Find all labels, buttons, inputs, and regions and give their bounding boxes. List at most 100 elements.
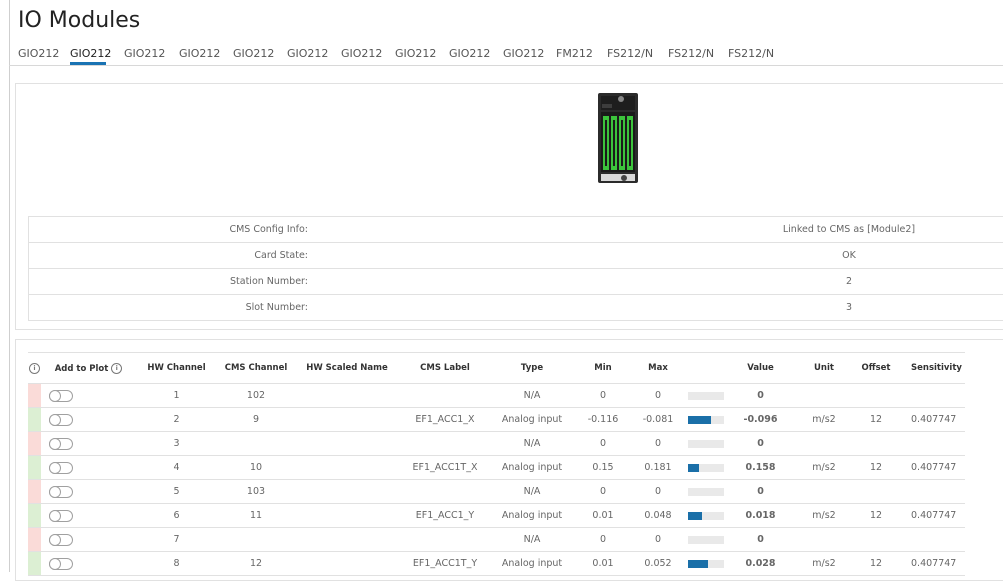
value-bar bbox=[687, 559, 724, 568]
info-icon: i bbox=[29, 362, 40, 374]
tab-gio212-9[interactable]: GIO212 bbox=[449, 47, 490, 60]
value-bar bbox=[687, 463, 724, 472]
offset-cell: 12 bbox=[855, 503, 897, 528]
module-tabs: GIO212 GIO212 GIO212 GIO212 GIO212 GIO212 GIO2… bbox=[9, 43, 1003, 66]
value-bar-cell bbox=[683, 431, 728, 456]
min-header: Min bbox=[573, 352, 633, 384]
type-cell: Analog input bbox=[491, 455, 573, 480]
hw-channel-cell: 2 bbox=[136, 407, 217, 432]
value-cell: 0 bbox=[728, 431, 793, 456]
channels-table: i Add to Plot i HW Channel CMS Channel H… bbox=[28, 352, 965, 576]
offset-cell: 12 bbox=[855, 455, 897, 480]
min-cell: 0 bbox=[573, 383, 633, 408]
info-value: 3 bbox=[845, 302, 853, 313]
add-to-plot-toggle[interactable] bbox=[49, 557, 73, 570]
value-cell: 0 bbox=[728, 479, 793, 504]
table-row: 7 N/A 0 0 0 bbox=[28, 527, 965, 552]
tab-fs212-n-13[interactable]: FS212/N bbox=[668, 47, 714, 60]
add-to-plot-toggle[interactable] bbox=[49, 485, 73, 498]
cms-channel-cell: 11 bbox=[217, 503, 295, 528]
add-to-plot-cell bbox=[41, 407, 136, 432]
max-cell: 0 bbox=[633, 479, 683, 504]
info-label: Slot Number: bbox=[245, 302, 308, 313]
sensitivity-cell bbox=[897, 383, 965, 408]
tab-gio212-10[interactable]: GIO212 bbox=[503, 47, 544, 60]
table-row: 4 10 EF1_ACC1T_X Analog input 0.15 0.181 0.158… bbox=[28, 455, 965, 480]
add-to-plot-toggle[interactable] bbox=[49, 533, 73, 546]
min-cell: 0 bbox=[573, 479, 633, 504]
offset-cell bbox=[855, 479, 897, 504]
value-cell: -0.096 bbox=[728, 407, 793, 432]
hw-channel-cell: 7 bbox=[136, 527, 217, 552]
info-label: Card State: bbox=[254, 250, 308, 261]
info-value: Linked to CMS as [Module2] bbox=[782, 224, 916, 235]
value-bar-cell bbox=[683, 503, 728, 528]
tab-gio212-4[interactable]: GIO212 bbox=[179, 47, 220, 60]
tab-gio212-6[interactable]: GIO212 bbox=[287, 47, 328, 60]
cms-label-cell bbox=[399, 527, 491, 552]
cms-label-header: CMS Label bbox=[399, 352, 491, 384]
max-cell: 0.048 bbox=[633, 503, 683, 528]
bar-header bbox=[683, 352, 728, 384]
info-value: OK bbox=[842, 250, 856, 261]
value-bar-cell bbox=[683, 527, 728, 552]
value-bar bbox=[687, 439, 724, 448]
tab-fm212-11[interactable]: FM212 bbox=[556, 47, 593, 60]
max-cell: 0 bbox=[633, 527, 683, 552]
value-bar-fill bbox=[687, 415, 711, 424]
unit-header: Unit bbox=[793, 352, 855, 384]
max-cell: -0.081 bbox=[633, 407, 683, 432]
cms-label-cell bbox=[399, 431, 491, 456]
table-row: 3 N/A 0 0 0 bbox=[28, 431, 965, 456]
sensitivity-cell: 0.407747 bbox=[897, 455, 965, 480]
tab-gio212-7[interactable]: GIO212 bbox=[341, 47, 382, 60]
tab-gio212-2[interactable]: GIO212 bbox=[70, 47, 111, 60]
value-bar-fill bbox=[687, 511, 702, 520]
sensitivity-cell: 0.407747 bbox=[897, 503, 965, 528]
add-to-plot-toggle[interactable] bbox=[49, 389, 73, 402]
max-cell: 0 bbox=[633, 431, 683, 456]
cms-channel-cell: 103 bbox=[217, 479, 295, 504]
hw-scaled-name-cell bbox=[295, 503, 399, 528]
unit-cell bbox=[793, 479, 855, 504]
offset-cell: 12 bbox=[855, 407, 897, 432]
type-cell: N/A bbox=[491, 479, 573, 504]
add-to-plot-cell bbox=[41, 383, 136, 408]
hw-channel-cell: 6 bbox=[136, 503, 217, 528]
tab-fs212-n-14[interactable]: FS212/N bbox=[728, 47, 774, 60]
hw-scaled-name-header: HW Scaled Name bbox=[295, 352, 399, 384]
tab-fs212-n-12[interactable]: FS212/N bbox=[607, 47, 653, 60]
min-cell: 0.15 bbox=[573, 455, 633, 480]
info-row: Station Number: 2 bbox=[28, 269, 1003, 295]
cms-label-cell bbox=[399, 479, 491, 504]
min-cell: 0 bbox=[573, 431, 633, 456]
info-label: CMS Config Info: bbox=[229, 224, 308, 235]
offset-cell bbox=[855, 431, 897, 456]
info-icon[interactable]: i bbox=[111, 362, 123, 374]
sensitivity-cell bbox=[897, 431, 965, 456]
tab-gio212-8[interactable]: GIO212 bbox=[395, 47, 436, 60]
type-cell: N/A bbox=[491, 431, 573, 456]
status-indicator bbox=[28, 431, 41, 456]
value-cell: 0 bbox=[728, 383, 793, 408]
add-to-plot-toggle[interactable] bbox=[49, 413, 73, 426]
tab-gio212-1[interactable]: GIO212 bbox=[18, 47, 59, 60]
add-to-plot-toggle[interactable] bbox=[49, 509, 73, 522]
add-to-plot-toggle[interactable] bbox=[49, 461, 73, 474]
value-header: Value bbox=[728, 352, 793, 384]
value-bar-cell bbox=[683, 383, 728, 408]
max-header: Max bbox=[633, 352, 683, 384]
status-indicator bbox=[28, 479, 41, 504]
sensitivity-cell bbox=[897, 527, 965, 552]
hw-scaled-name-cell bbox=[295, 455, 399, 480]
hw-channel-cell: 3 bbox=[136, 431, 217, 456]
tab-gio212-3[interactable]: GIO212 bbox=[124, 47, 165, 60]
tab-gio212-5[interactable]: GIO212 bbox=[233, 47, 274, 60]
cms-channel-cell: 102 bbox=[217, 383, 295, 408]
value-bar-cell bbox=[683, 407, 728, 432]
value-bar bbox=[687, 391, 724, 400]
add-to-plot-toggle[interactable] bbox=[49, 437, 73, 450]
offset-header: Offset bbox=[855, 352, 897, 384]
table-row: 5 103 N/A 0 0 0 bbox=[28, 479, 965, 504]
page-title: IO Modules bbox=[18, 8, 141, 33]
